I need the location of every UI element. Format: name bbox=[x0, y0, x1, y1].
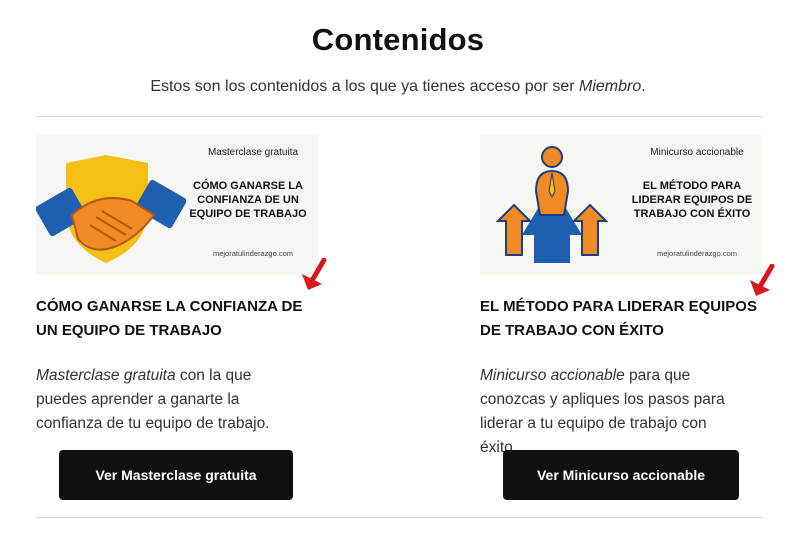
thumbnail-site: mejoratulinderazgo.com bbox=[656, 249, 738, 258]
thumbnail-title: EL MÉTODO PARA LIDERAR EQUIPOS DE TRABAJ… bbox=[631, 180, 753, 220]
card-description: Minicurso accionable para que conozcas y… bbox=[480, 364, 740, 460]
card-title[interactable]: EL MÉTODO PARA LIDERAR EQUIPOS DE TRABAJ… bbox=[480, 295, 770, 343]
content-card-minicourse: Minicurso accionable EL MÉTODO PARA LIDE… bbox=[480, 135, 770, 500]
card-thumbnail[interactable]: Masterclase gratuita CÓMO GANARSE LA CON… bbox=[36, 135, 318, 275]
subtitle-text: Estos son los contenidos a los que ya ti… bbox=[150, 78, 579, 95]
page-subtitle: Estos son los contenidos a los que ya ti… bbox=[0, 78, 796, 96]
subtitle-suffix: . bbox=[641, 78, 646, 95]
divider-top bbox=[36, 116, 763, 117]
card-thumbnail[interactable]: Minicurso accionable EL MÉTODO PARA LIDE… bbox=[480, 135, 762, 275]
masterclass-button[interactable]: Ver Masterclase gratuita bbox=[59, 450, 293, 500]
thumbnail-site: mejoratulinderazgo.com bbox=[212, 249, 294, 258]
card-description-emphasis: Masterclase gratuita bbox=[36, 367, 176, 384]
red-arrow-icon bbox=[750, 264, 775, 296]
red-arrow-icon bbox=[302, 258, 327, 290]
minicourse-button[interactable]: Ver Minicurso accionable bbox=[503, 450, 739, 500]
handshake-shield-icon bbox=[36, 155, 186, 263]
thumbnail-kicker: Minicurso accionable bbox=[650, 147, 744, 158]
card-title[interactable]: CÓMO GANARSE LA CONFIANZA DE UN EQUIPO D… bbox=[36, 295, 326, 343]
divider-bottom bbox=[36, 517, 763, 518]
thumbnail-kicker: Masterclase gratuita bbox=[207, 147, 299, 158]
page-title: Contenidos bbox=[311, 22, 485, 57]
content-card-masterclass: Masterclase gratuita CÓMO GANARSE LA CON… bbox=[36, 135, 326, 500]
leader-arrows-icon bbox=[495, 146, 609, 263]
card-description-emphasis: Minicurso accionable bbox=[480, 367, 625, 384]
card-description: Masterclase gratuita con la que puedes a… bbox=[36, 364, 296, 436]
subtitle-emphasis: Miembro bbox=[579, 78, 642, 95]
thumbnail-title: CÓMO GANARSE LA CONFIANZA DE UN EQUIPO D… bbox=[189, 180, 307, 220]
